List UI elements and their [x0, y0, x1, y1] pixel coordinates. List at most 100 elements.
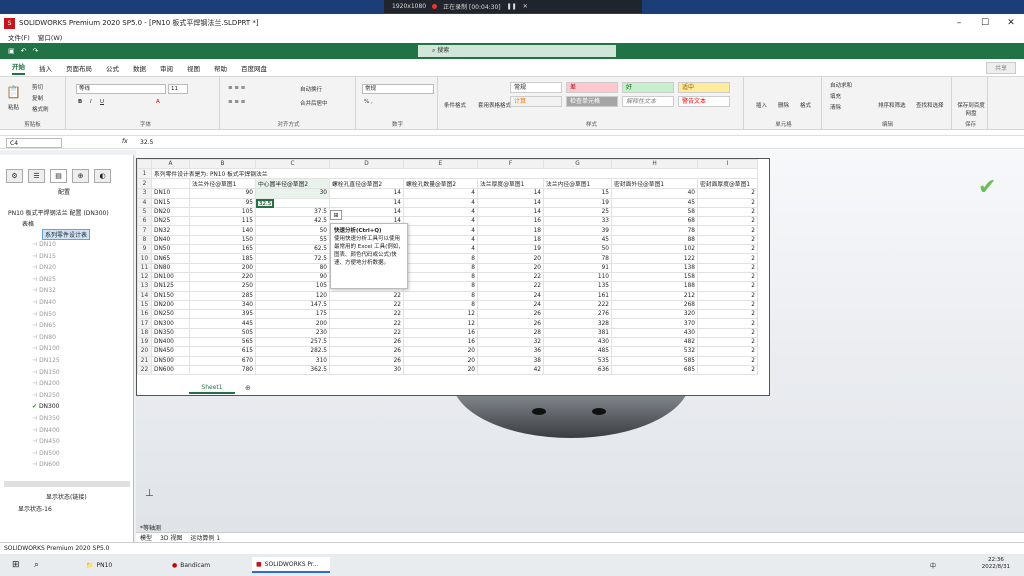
value-cell[interactable]: 90 — [255, 271, 330, 283]
value-cell[interactable]: 220 — [189, 271, 256, 283]
value-cell[interactable]: 24 — [477, 290, 544, 301]
value-cell[interactable]: 2 — [697, 327, 758, 339]
column-header[interactable]: G — [543, 158, 612, 170]
tables-node[interactable]: 表格 — [22, 219, 34, 228]
value-cell[interactable]: 2 — [697, 225, 758, 236]
value-cell[interactable]: 381 — [543, 327, 612, 339]
value-cell[interactable]: 26 — [329, 337, 404, 348]
value-cell[interactable]: 485 — [543, 346, 612, 357]
value-cell[interactable]: 4 — [403, 206, 478, 218]
value-cell[interactable]: 78 — [543, 253, 612, 264]
value-cell[interactable]: 2 — [697, 309, 758, 320]
config-name-cell[interactable]: DN80 — [151, 262, 190, 273]
taskbar-app-bandicam[interactable]: ● Bandicam — [168, 557, 214, 573]
wrap-text-button[interactable]: 自动换行 — [300, 85, 322, 93]
value-cell[interactable]: 140 — [189, 225, 256, 236]
value-cell[interactable]: 38 — [477, 355, 544, 366]
value-cell[interactable]: 482 — [611, 337, 698, 348]
value-cell[interactable]: 26 — [329, 346, 404, 357]
config-item-dn600[interactable]: ⊣ DN600 — [32, 461, 60, 468]
value-cell[interactable]: 2 — [697, 281, 758, 292]
value-cell[interactable]: 37.5 — [255, 206, 330, 218]
corner-cell[interactable] — [137, 158, 152, 170]
tab-insert[interactable]: 插入 — [39, 63, 52, 73]
column-header[interactable]: D — [329, 158, 404, 170]
system-clock[interactable]: 22:36 2022/8/31 — [982, 557, 1010, 571]
fill-button[interactable]: 填充 — [830, 92, 841, 100]
value-cell[interactable]: 22 — [329, 299, 404, 311]
config-item-dn65[interactable]: ⊣ DN65 — [32, 322, 56, 329]
value-cell[interactable]: 685 — [611, 364, 698, 376]
row-header[interactable]: 9 — [137, 244, 152, 255]
header-cell[interactable]: 法兰内径@草图1 — [543, 178, 612, 190]
row-header[interactable]: 17 — [137, 318, 152, 329]
value-cell[interactable]: 4 — [403, 197, 478, 208]
tab-formulas[interactable]: 公式 — [106, 63, 119, 73]
value-cell[interactable]: 15 — [543, 188, 612, 199]
value-cell[interactable]: 8 — [403, 271, 478, 283]
config-name-cell[interactable]: DN150 — [151, 290, 190, 301]
config-item-dn200[interactable]: ⊣ DN200 — [32, 380, 60, 387]
value-cell[interactable]: 670 — [189, 355, 256, 366]
value-cell[interactable]: 8 — [403, 299, 478, 311]
config-tab-icon[interactable]: ▤ — [50, 169, 67, 183]
display-tab-icon[interactable]: ◐ — [94, 169, 111, 183]
value-cell[interactable]: 14 — [477, 197, 544, 208]
font-family-select[interactable]: 等线 — [76, 84, 166, 94]
value-cell[interactable]: 72.5 — [255, 253, 330, 264]
row-header[interactable]: 12 — [137, 271, 152, 283]
value-cell[interactable]: 505 — [189, 327, 256, 339]
tab-help[interactable]: 帮助 — [214, 63, 227, 73]
style-neutral[interactable]: 适中 — [678, 82, 730, 93]
undo-icon[interactable]: ↶ — [21, 47, 27, 55]
tab-3d-views[interactable]: 3D 视图 — [160, 533, 182, 542]
value-cell[interactable]: 80 — [255, 262, 330, 273]
embedded-excel-sheet[interactable]: A B C D E F G H I 1 系列零件设计表是为: PN10 板式平焊钢法兰 2 法兰外径@草… — [136, 158, 770, 396]
value-cell[interactable]: 2 — [697, 318, 758, 329]
config-name-cell[interactable]: DN65 — [151, 253, 190, 264]
config-item-dn20[interactable]: ⊣ DN20 — [32, 264, 56, 271]
config-item-dn25[interactable]: ⊣ DN25 — [32, 276, 56, 283]
value-cell[interactable]: 188 — [611, 281, 698, 292]
value-cell[interactable]: 62.5 — [255, 244, 330, 255]
value-cell[interactable]: 24 — [477, 299, 544, 311]
quick-analysis-icon[interactable]: ⊞ — [330, 210, 342, 220]
style-explain[interactable]: 解释性文本 — [622, 96, 674, 107]
config-item-dn15[interactable]: ⊣ DN15 — [32, 253, 56, 260]
value-cell[interactable]: 2 — [697, 253, 758, 264]
value-cell[interactable]: 8 — [403, 253, 478, 264]
header-cell[interactable]: 螺栓孔直径@草图2 — [329, 178, 404, 190]
config-item-dn10[interactable]: ⊣ DN10 — [32, 241, 56, 248]
value-cell[interactable]: 320 — [611, 309, 698, 320]
menu-file[interactable]: 文件(F) — [8, 32, 30, 43]
tab-home[interactable]: 开始 — [12, 61, 25, 75]
value-cell[interactable]: 25 — [543, 206, 612, 218]
row-header[interactable]: 4 — [137, 197, 152, 208]
style-good[interactable]: 好 — [622, 82, 674, 93]
find-select-button[interactable]: 查找和选择 — [916, 101, 944, 109]
row-header[interactable]: 15 — [137, 299, 152, 311]
value-cell[interactable]: 22 — [477, 271, 544, 283]
config-name-cell[interactable]: DN25 — [151, 216, 190, 227]
sheet-tab[interactable]: Sheet1 — [189, 383, 235, 394]
value-cell[interactable]: 22 — [329, 327, 404, 339]
value-cell[interactable]: 20 — [477, 262, 544, 273]
font-size-select[interactable]: 11 — [168, 84, 188, 94]
header-cell[interactable]: 密封面外径@草图1 — [611, 178, 698, 190]
save-icon[interactable]: ▣ — [8, 47, 15, 55]
value-cell[interactable]: 30 — [255, 188, 330, 199]
sheet-title-cell[interactable]: 系列零件设计表是为: PN10 板式平焊钢法兰 — [151, 168, 758, 180]
value-cell[interactable]: 12 — [403, 318, 478, 329]
close-button[interactable]: ✕ — [998, 15, 1024, 31]
row-header[interactable]: 6 — [137, 216, 152, 227]
config-item-dn250[interactable]: ⊣ DN250 — [32, 392, 60, 399]
value-cell[interactable]: 4 — [403, 188, 478, 199]
value-cell[interactable]: 88 — [611, 234, 698, 246]
value-cell[interactable]: 122 — [611, 253, 698, 264]
value-cell[interactable]: 2 — [697, 290, 758, 301]
value-cell[interactable]: 90 — [189, 188, 256, 199]
value-cell[interactable]: 2 — [697, 234, 758, 246]
align-icons[interactable]: ≡ ≡ ≡ — [228, 85, 245, 91]
value-cell[interactable]: 135 — [543, 281, 612, 292]
value-cell[interactable]: 22 — [477, 281, 544, 292]
